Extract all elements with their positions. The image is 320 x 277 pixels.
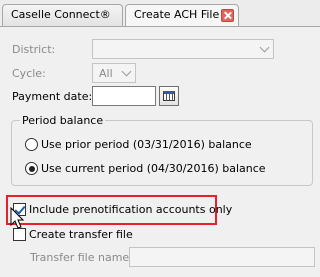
tab-caselle-connect[interactable]: Caselle Connect® [2,4,123,26]
mouse-cursor-icon [10,207,25,229]
tab-label: Create ACH File [134,8,220,21]
tab-create-ach-file[interactable]: Create ACH File [125,4,239,26]
transfer-file-name-input[interactable] [129,247,315,267]
radio-prior-period-label[interactable]: Use prior period (03/31/2016) balance [41,138,252,151]
period-balance-group [11,120,313,186]
cycle-value: All [99,67,113,80]
tab-label: Caselle Connect® [11,8,111,21]
transfer-file-name-label: Transfer file name: [30,251,133,264]
payment-date-label: Payment date: [12,90,93,103]
include-prenotification-label[interactable]: Include prenotification accounts only [29,203,232,216]
divider [0,26,320,27]
district-select[interactable] [92,39,274,59]
radio-current-period[interactable] [25,162,38,175]
district-label: District: [12,43,56,56]
cycle-label: Cycle: [12,67,46,80]
radio-current-period-label[interactable]: Use current period (04/30/2016) balance [41,162,266,175]
close-icon[interactable] [221,9,234,22]
calendar-icon [163,91,175,101]
create-transfer-label[interactable]: Create transfer file [29,228,133,241]
period-balance-title: Period balance [20,114,106,127]
tab-strip: Caselle Connect® Create ACH File [0,0,320,26]
chevron-down-icon [121,66,132,77]
radio-prior-period[interactable] [25,138,38,151]
cycle-select[interactable]: All [92,63,136,83]
payment-date-input[interactable] [92,86,156,106]
chevron-down-icon [259,42,270,53]
calendar-button[interactable] [159,86,179,106]
